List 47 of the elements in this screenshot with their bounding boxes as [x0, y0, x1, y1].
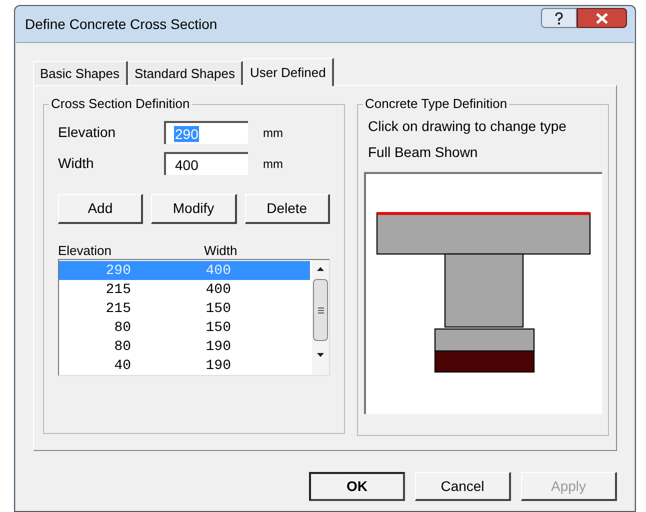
unit-label: mm — [263, 156, 283, 172]
column-header: Width — [204, 242, 238, 259]
list-row[interactable]: 215 150 — [59, 299, 312, 318]
unit-label: mm — [263, 124, 283, 142]
tab[interactable]: User Defined — [242, 58, 334, 86]
scroll-up-icon[interactable] — [317, 267, 324, 271]
list-cell: 190 — [206, 338, 231, 354]
dialog-button[interactable]: Cancel — [415, 472, 511, 501]
scrollbar[interactable] — [312, 260, 329, 375]
tab[interactable]: Basic Shapes — [33, 61, 128, 85]
list-cell: 80 — [114, 320, 131, 336]
list-cell: 290 — [106, 262, 131, 278]
group-title: Concrete Type Definition — [363, 96, 510, 112]
list-cell: 150 — [206, 320, 231, 336]
list-cell: 190 — [206, 358, 231, 374]
action-button[interactable]: Modify — [151, 194, 237, 224]
list-row[interactable]: 40 190 — [59, 356, 312, 375]
action-button[interactable]: Delete — [244, 194, 330, 224]
list-cell: 400 — [206, 282, 231, 298]
field-label: Elevation — [58, 123, 117, 142]
list-cell: 215 — [106, 282, 131, 298]
list-cell: 215 — [106, 300, 131, 316]
close-button[interactable] — [577, 8, 627, 28]
grip-icon — [318, 306, 324, 314]
scroll-down-icon[interactable] — [317, 353, 324, 357]
list-cell: 150 — [206, 300, 231, 316]
list-cell: 40 — [114, 358, 131, 374]
list-row[interactable]: 215 400 — [59, 280, 312, 299]
field-value: 400 — [174, 156, 200, 172]
input-field[interactable]: 400 — [164, 152, 248, 175]
field-value: 290 — [174, 126, 200, 142]
list-cell: 400 — [206, 262, 231, 278]
field-label: Width — [58, 154, 95, 173]
close-icon — [596, 12, 608, 24]
dialog-button[interactable]: OK — [309, 472, 405, 501]
tab[interactable]: Standard Shapes — [128, 61, 243, 85]
help-icon — [554, 12, 564, 24]
column-header: Elevation — [58, 242, 112, 259]
list-cell: 80 — [114, 338, 131, 354]
list-row[interactable]: 80 190 — [59, 337, 312, 356]
scroll-thumb[interactable] — [313, 279, 328, 341]
list-row[interactable]: 80 150 — [59, 318, 312, 337]
action-button[interactable]: Add — [58, 194, 144, 224]
hint-text: Click on drawing to change type — [368, 118, 568, 134]
hint-text: Full Beam Shown — [368, 144, 479, 160]
window-title: Define Concrete Cross Section — [25, 14, 218, 34]
help-button[interactable] — [541, 8, 577, 28]
